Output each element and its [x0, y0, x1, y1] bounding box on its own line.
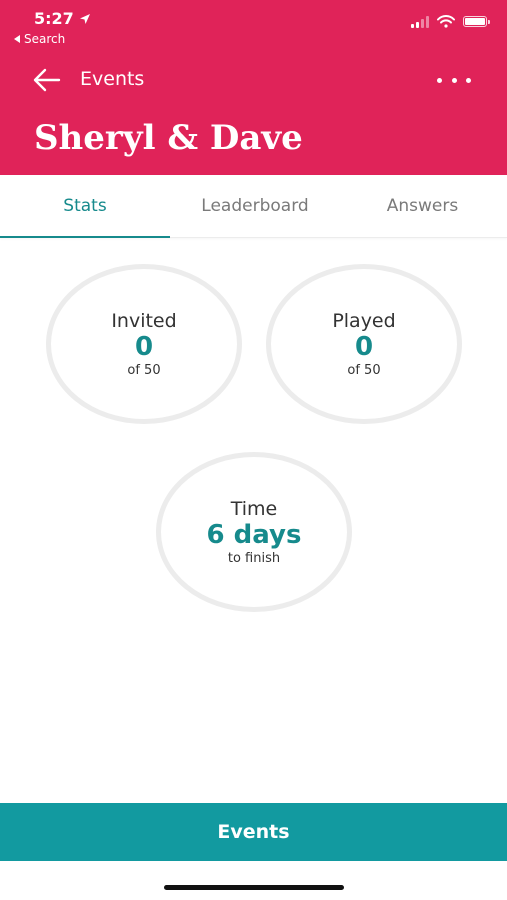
battery-icon: [463, 16, 490, 27]
time-stat-circle: Time 6 days to finish: [156, 452, 352, 612]
more-options-icon[interactable]: [437, 70, 471, 90]
status-time: 5:27: [34, 9, 91, 28]
tab-bar: Stats Leaderboard Answers: [0, 175, 507, 238]
home-indicator: [164, 885, 344, 890]
nav-back-label[interactable]: Events: [80, 68, 144, 90]
time-label: Time: [230, 497, 278, 520]
played-sub: of 50: [347, 363, 381, 379]
played-stat-circle: Played 0 of 50: [266, 264, 462, 424]
time-sub: to finish: [227, 551, 281, 567]
status-time-text: 5:27: [34, 9, 74, 28]
page-title: Sheryl & Dave: [34, 118, 303, 158]
invited-value: 0: [134, 331, 154, 362]
back-triangle-icon: [14, 35, 20, 43]
invited-stat-circle: Invited 0 of 50: [46, 264, 242, 424]
status-back-label: Search: [24, 32, 66, 46]
time-value: 6 days: [206, 519, 302, 550]
status-indicators: [411, 15, 490, 28]
played-label: Played: [332, 309, 396, 332]
active-tab-indicator: [0, 236, 170, 238]
events-button[interactable]: Events: [0, 803, 507, 861]
invited-sub: of 50: [127, 363, 161, 379]
app-header: 5:27 Search Events Sheryl & Dave: [0, 0, 507, 175]
signal-icon: [411, 15, 429, 28]
location-arrow-icon: [79, 13, 90, 24]
invited-label: Invited: [111, 309, 177, 332]
tab-leaderboard[interactable]: Leaderboard: [170, 175, 340, 237]
wifi-icon: [437, 15, 455, 28]
played-value: 0: [354, 331, 374, 362]
back-arrow-icon[interactable]: [32, 66, 62, 94]
tab-answers[interactable]: Answers: [340, 175, 505, 237]
tab-stats[interactable]: Stats: [0, 175, 170, 237]
status-back-link[interactable]: Search: [14, 32, 65, 46]
